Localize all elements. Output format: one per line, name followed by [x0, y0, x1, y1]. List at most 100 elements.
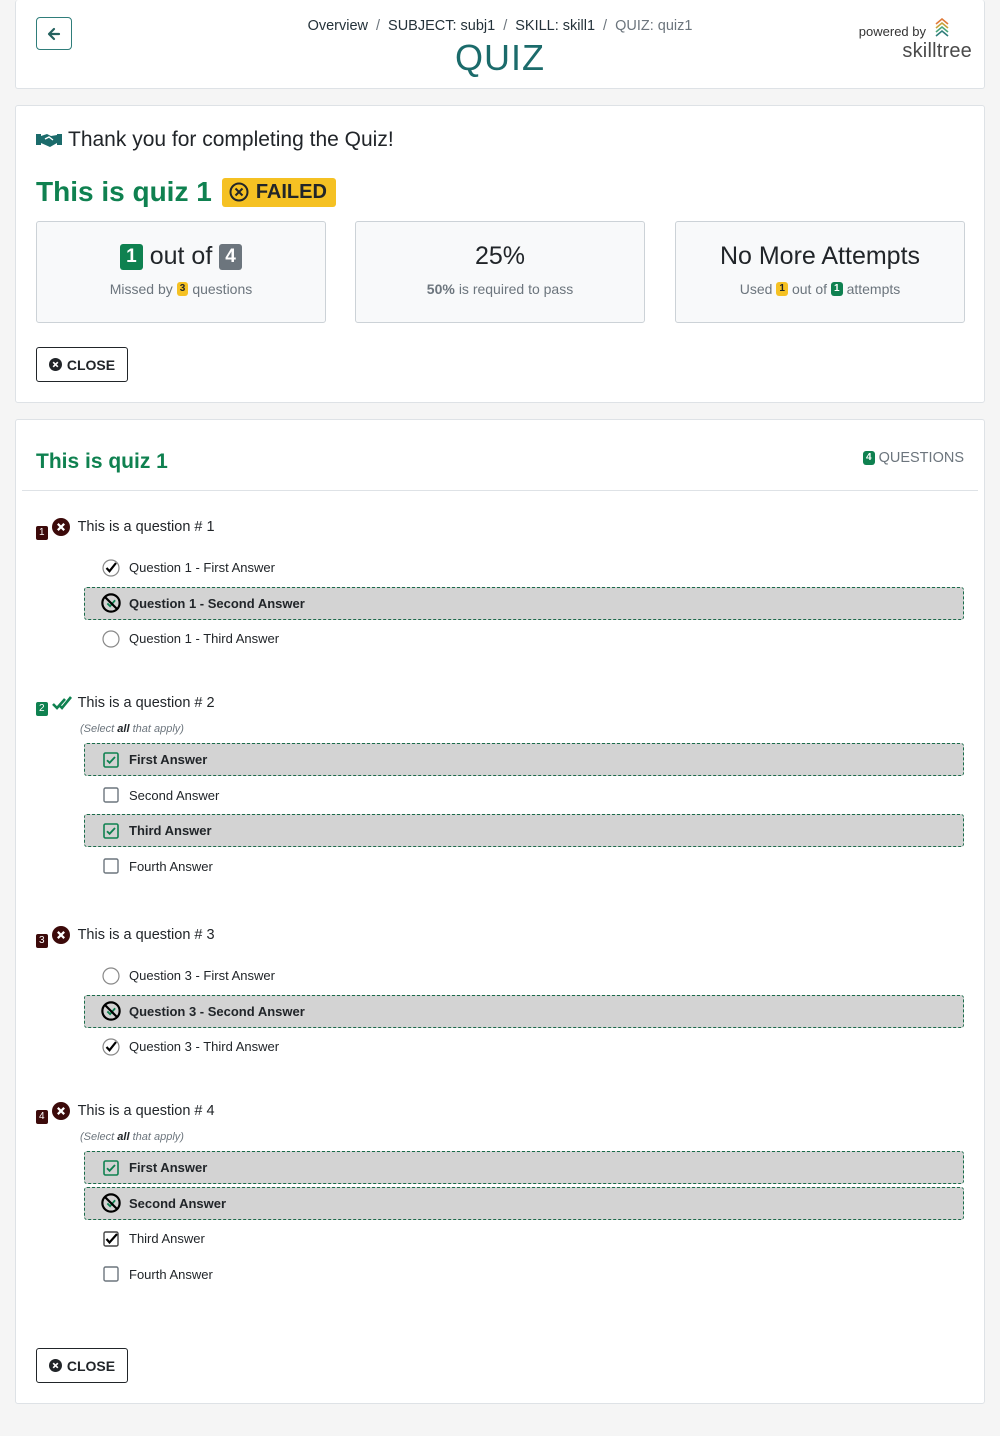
- divider: [22, 490, 978, 491]
- question-text: This is a question # 4: [77, 1103, 215, 1119]
- quiz-name: This is quiz 1 FAILED: [36, 176, 336, 208]
- answer-option[interactable]: Fourth Answer: [84, 850, 964, 883]
- answer-option[interactable]: Third Answer: [84, 814, 964, 847]
- score-percent: 25%: [474, 242, 526, 270]
- checkbox-checked-icon: [101, 1158, 121, 1178]
- check-double-icon: [51, 694, 72, 712]
- required-text: is required to pass: [458, 281, 574, 297]
- missed-suffix: questions: [192, 281, 253, 297]
- answer-option[interactable]: First Answer: [84, 1151, 964, 1184]
- question-count-label: QUESTIONS: [878, 450, 964, 466]
- answer-option[interactable]: First Answer: [84, 743, 964, 776]
- no-answer-icon: [101, 593, 121, 613]
- close-button-bottom[interactable]: CLOSE: [36, 1348, 128, 1383]
- out-of-label: out of: [149, 242, 213, 270]
- percent-card: 25% 50% is required to pass: [355, 221, 645, 323]
- question-1: 1 This is a question # 1 Question 1 - Firs…: [36, 517, 964, 658]
- attempts-suffix: attempts: [846, 281, 901, 297]
- question-text: This is a question # 2: [77, 695, 215, 711]
- close-label: CLOSE: [66, 1357, 116, 1374]
- breadcrumb-separator: /: [503, 18, 508, 34]
- answer-option[interactable]: Question 1 - First Answer: [84, 551, 964, 584]
- attempts-out-of: out of: [791, 281, 827, 297]
- question-header: 2 This is a question # 2: [36, 693, 964, 716]
- question-text: This is a question # 1: [77, 519, 215, 535]
- checkbox-empty-icon: [101, 856, 121, 876]
- skilltree-logo-icon: [935, 18, 949, 37]
- checkbox-empty-icon: [101, 1264, 121, 1284]
- correct-count-badge: 1: [120, 243, 143, 270]
- answer-option[interactable]: Question 3 - Third Answer: [84, 1030, 964, 1063]
- failed-badge: FAILED: [221, 177, 336, 207]
- answer-option[interactable]: Question 3 - First Answer: [84, 959, 964, 992]
- question-number-badge: 2: [36, 702, 48, 716]
- no-answer-icon: [101, 1001, 121, 1021]
- answer-option[interactable]: Question 1 - Second Answer: [84, 586, 964, 620]
- answer-option[interactable]: Question 1 - Third Answer: [84, 622, 964, 655]
- quiz-name-text: This is quiz 1: [36, 176, 212, 207]
- answer-text: Fourth Answer: [129, 858, 213, 874]
- header: Overview / SUBJECT: subj1 / SKILL: skill1 / QU…: [15, 0, 985, 89]
- breadcrumb-overview[interactable]: Overview: [308, 18, 368, 34]
- question-number-badge: 4: [36, 1110, 48, 1124]
- breadcrumb: Overview / SUBJECT: subj1 / SKILL: skill1 / QU…: [16, 18, 984, 34]
- question-number-badge: 3: [36, 934, 48, 948]
- hint-post: that apply): [129, 1131, 184, 1143]
- times-circle-icon: [229, 182, 249, 202]
- times-circle-icon: [51, 518, 72, 536]
- answer-text: Fourth Answer: [129, 1266, 213, 1282]
- answer-list: Question 3 - First Answer Question 3 - Se…: [84, 959, 964, 1063]
- question-4: 4 This is a question # 4 (Select all that …: [36, 1101, 964, 1293]
- close-label: CLOSE: [66, 356, 116, 373]
- answer-list: Question 1 - First Answer Question 1 - Se…: [84, 551, 964, 655]
- powered-by-logo[interactable]: powered by skilltree: [842, 18, 972, 68]
- answer-text: First Answer: [129, 752, 208, 767]
- questions-title: This is quiz 1: [36, 450, 168, 473]
- question-count: 4 QUESTIONS: [863, 450, 964, 466]
- missed-prefix: Missed by: [109, 281, 173, 297]
- answer-list: First Answer Second Answer Third Answer Fou…: [84, 1151, 964, 1291]
- required-percent: 50%: [426, 281, 455, 297]
- hint-pre: (Select: [80, 723, 118, 735]
- page-title: QUIZ: [455, 37, 545, 78]
- breadcrumb-skill[interactable]: SKILL: skill1: [515, 18, 595, 34]
- failed-label: FAILED: [255, 180, 327, 203]
- answer-option[interactable]: Second Answer: [84, 1186, 964, 1220]
- radio-selected-icon: [101, 558, 121, 578]
- skilltree-wordmark: skilltree: [902, 40, 972, 62]
- breadcrumb-separator: /: [376, 18, 381, 34]
- hint-pre: (Select: [80, 1131, 118, 1143]
- select-all-hint: (Select all that apply): [80, 1131, 964, 1143]
- question-number-badge: 1: [36, 526, 48, 540]
- attempts-card: No More Attempts Used 1 out of 1 attempt…: [675, 221, 965, 323]
- radio-empty-icon: [101, 629, 121, 649]
- thanks-message: Thank you for completing the Quiz!: [36, 128, 394, 152]
- times-circle-icon: [51, 926, 72, 944]
- attempts-used-prefix: Used: [739, 281, 773, 297]
- answer-text: Third Answer: [129, 823, 212, 838]
- radio-selected-icon: [101, 1037, 121, 1057]
- answer-option[interactable]: Question 3 - Second Answer: [84, 994, 964, 1028]
- close-button[interactable]: CLOSE: [36, 347, 128, 382]
- breadcrumb-subject[interactable]: SUBJECT: subj1: [388, 18, 495, 34]
- no-answer-icon: [101, 1193, 121, 1213]
- question-2: 2 This is a question # 2 (Select all that …: [36, 693, 964, 885]
- times-circle-icon: [51, 1102, 72, 1120]
- checkbox-checked-icon: [101, 750, 121, 770]
- answer-text: Question 1 - First Answer: [129, 560, 275, 575]
- answer-text: Question 3 - Third Answer: [129, 1039, 280, 1054]
- hint-post: that apply): [129, 723, 184, 735]
- powered-by-label: powered by: [858, 24, 926, 39]
- answer-option[interactable]: Fourth Answer: [84, 1258, 964, 1291]
- radio-empty-icon: [101, 966, 121, 986]
- answer-option[interactable]: Third Answer: [84, 1222, 964, 1255]
- attempts-title: No More Attempts: [719, 242, 921, 270]
- question-header: 1 This is a question # 1: [36, 517, 964, 540]
- answer-text: Question 1 - Third Answer: [129, 631, 280, 646]
- answer-text: Question 3 - First Answer: [129, 968, 275, 983]
- question-count-badge: 4: [863, 451, 875, 465]
- question-3: 3 This is a question # 3 Question 3 - Firs…: [36, 925, 964, 1066]
- answer-option[interactable]: Second Answer: [84, 779, 964, 812]
- questions-card: This is quiz 1 4 QUESTIONS 1 This is a qu…: [15, 419, 985, 1404]
- handshake-icon: [36, 134, 62, 147]
